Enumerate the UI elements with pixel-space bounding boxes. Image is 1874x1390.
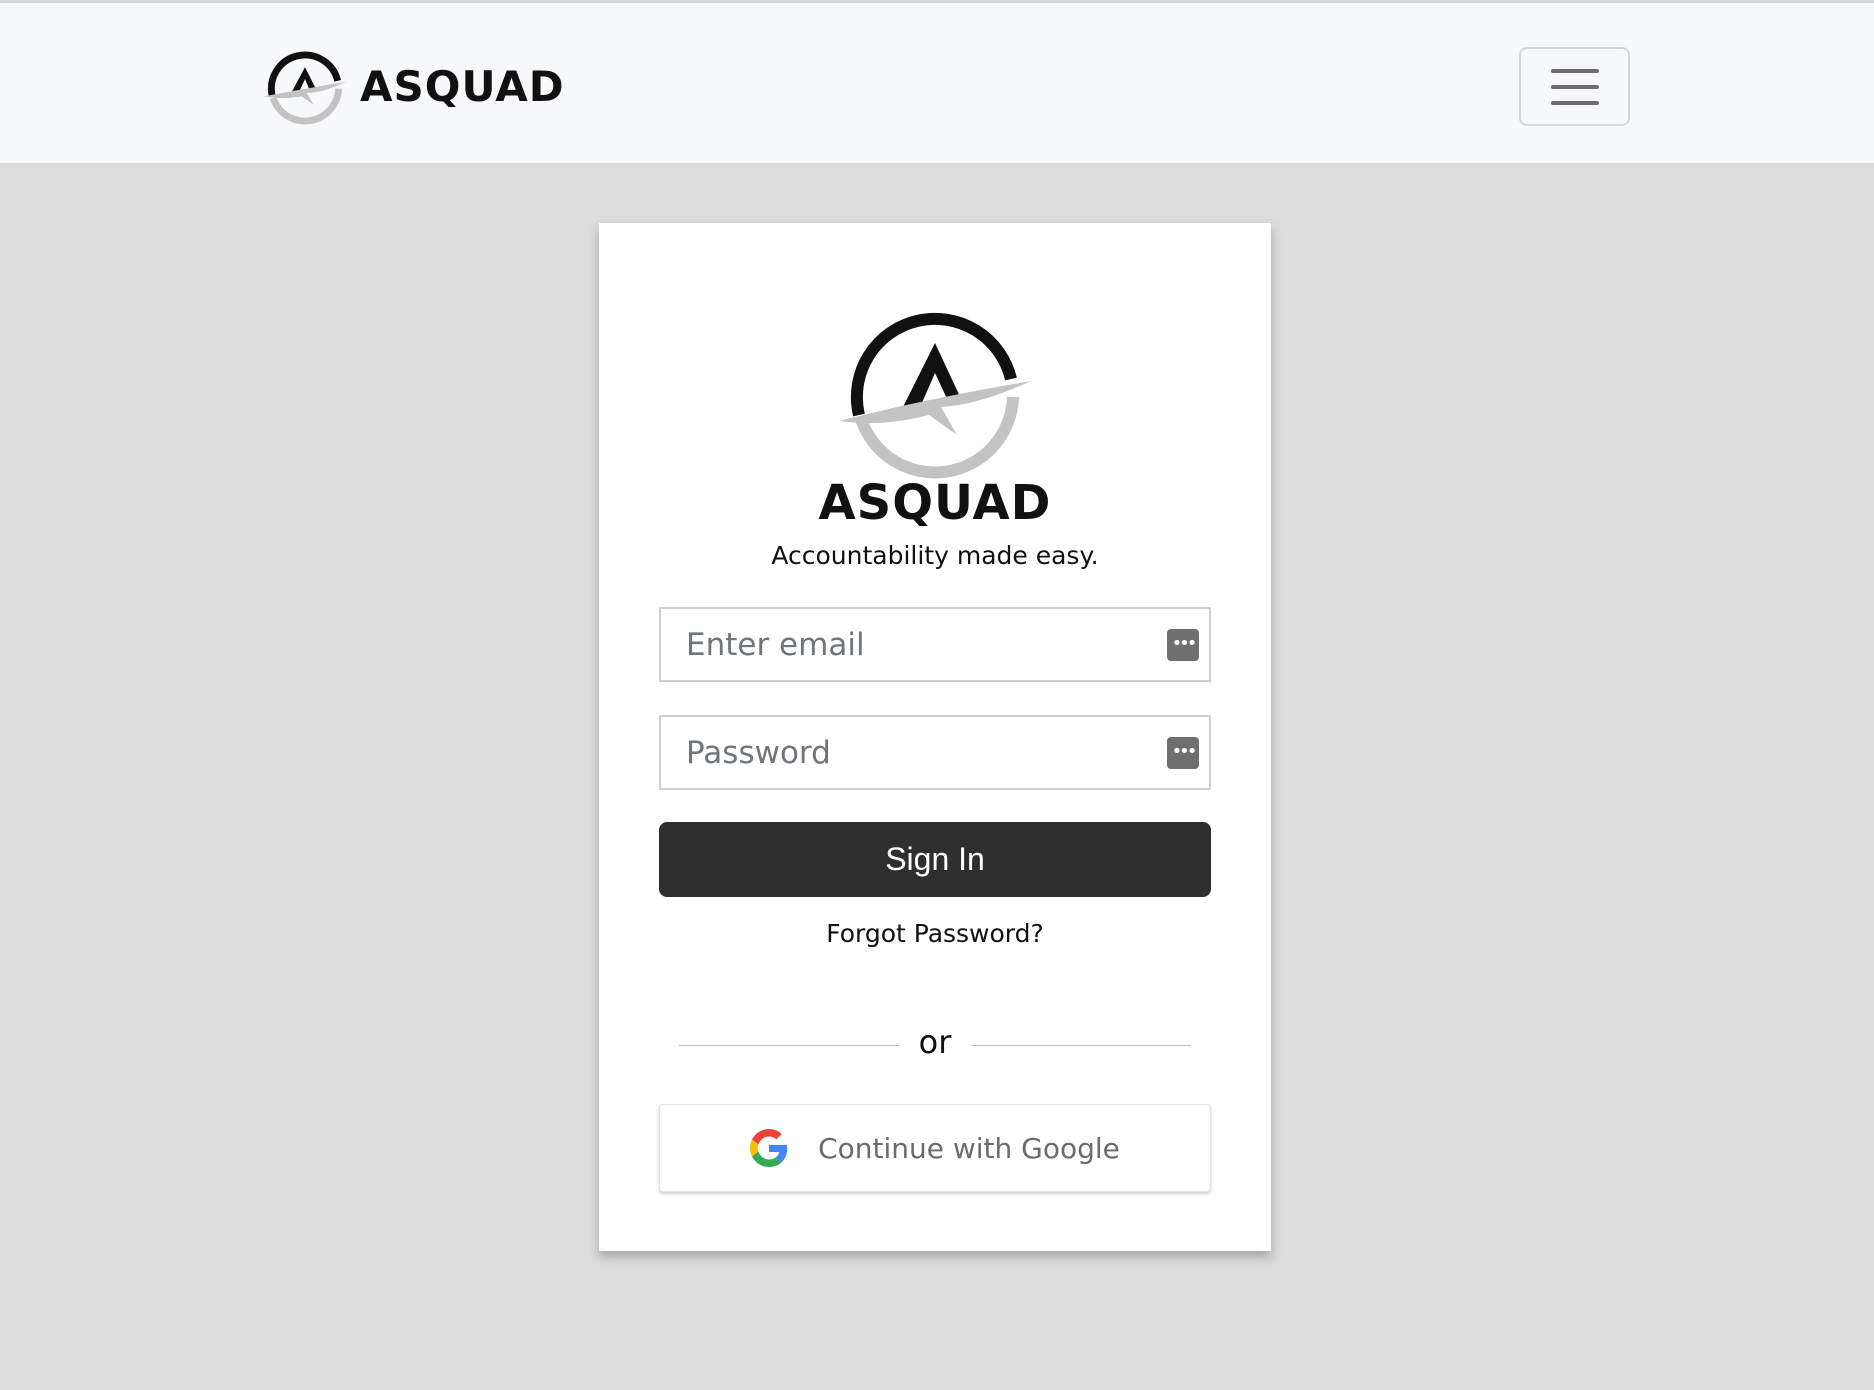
or-divider: or bbox=[679, 1023, 1191, 1067]
menu-toggle-button[interactable] bbox=[1519, 47, 1630, 126]
email-field: ••• bbox=[659, 607, 1211, 682]
sign-in-button[interactable]: Sign In bbox=[659, 822, 1211, 897]
hamburger-menu-icon bbox=[1550, 68, 1599, 73]
tagline: Accountability made easy. bbox=[771, 541, 1099, 570]
email-input[interactable] bbox=[661, 609, 1209, 680]
brand-name: ASQUAD bbox=[360, 61, 565, 111]
asquad-logo-icon bbox=[839, 312, 1031, 479]
divider-line-right bbox=[971, 1045, 1191, 1046]
password-input[interactable] bbox=[661, 717, 1209, 788]
card-title: ASQUAD bbox=[818, 475, 1052, 531]
google-g-icon bbox=[750, 1129, 788, 1167]
password-manager-icon[interactable]: ••• bbox=[1167, 629, 1199, 661]
continue-with-google-button[interactable]: Continue with Google bbox=[659, 1104, 1211, 1192]
login-card: ASQUAD Accountability made easy. ••• •••… bbox=[599, 223, 1271, 1251]
google-button-label: Continue with Google bbox=[818, 1131, 1120, 1165]
hamburger-menu-icon-bar bbox=[1550, 84, 1599, 89]
forgot-password-link[interactable]: Forgot Password? bbox=[599, 919, 1271, 948]
password-field: ••• bbox=[659, 715, 1211, 790]
navbar: ASQUAD bbox=[0, 3, 1874, 163]
asquad-logo-icon bbox=[263, 51, 347, 125]
navbar-brand[interactable]: ASQUAD bbox=[262, 43, 565, 129]
hamburger-menu-icon-bar bbox=[1550, 100, 1599, 105]
divider-line-left bbox=[679, 1045, 899, 1046]
divider-label: or bbox=[918, 1023, 952, 1061]
password-manager-icon[interactable]: ••• bbox=[1167, 737, 1199, 769]
